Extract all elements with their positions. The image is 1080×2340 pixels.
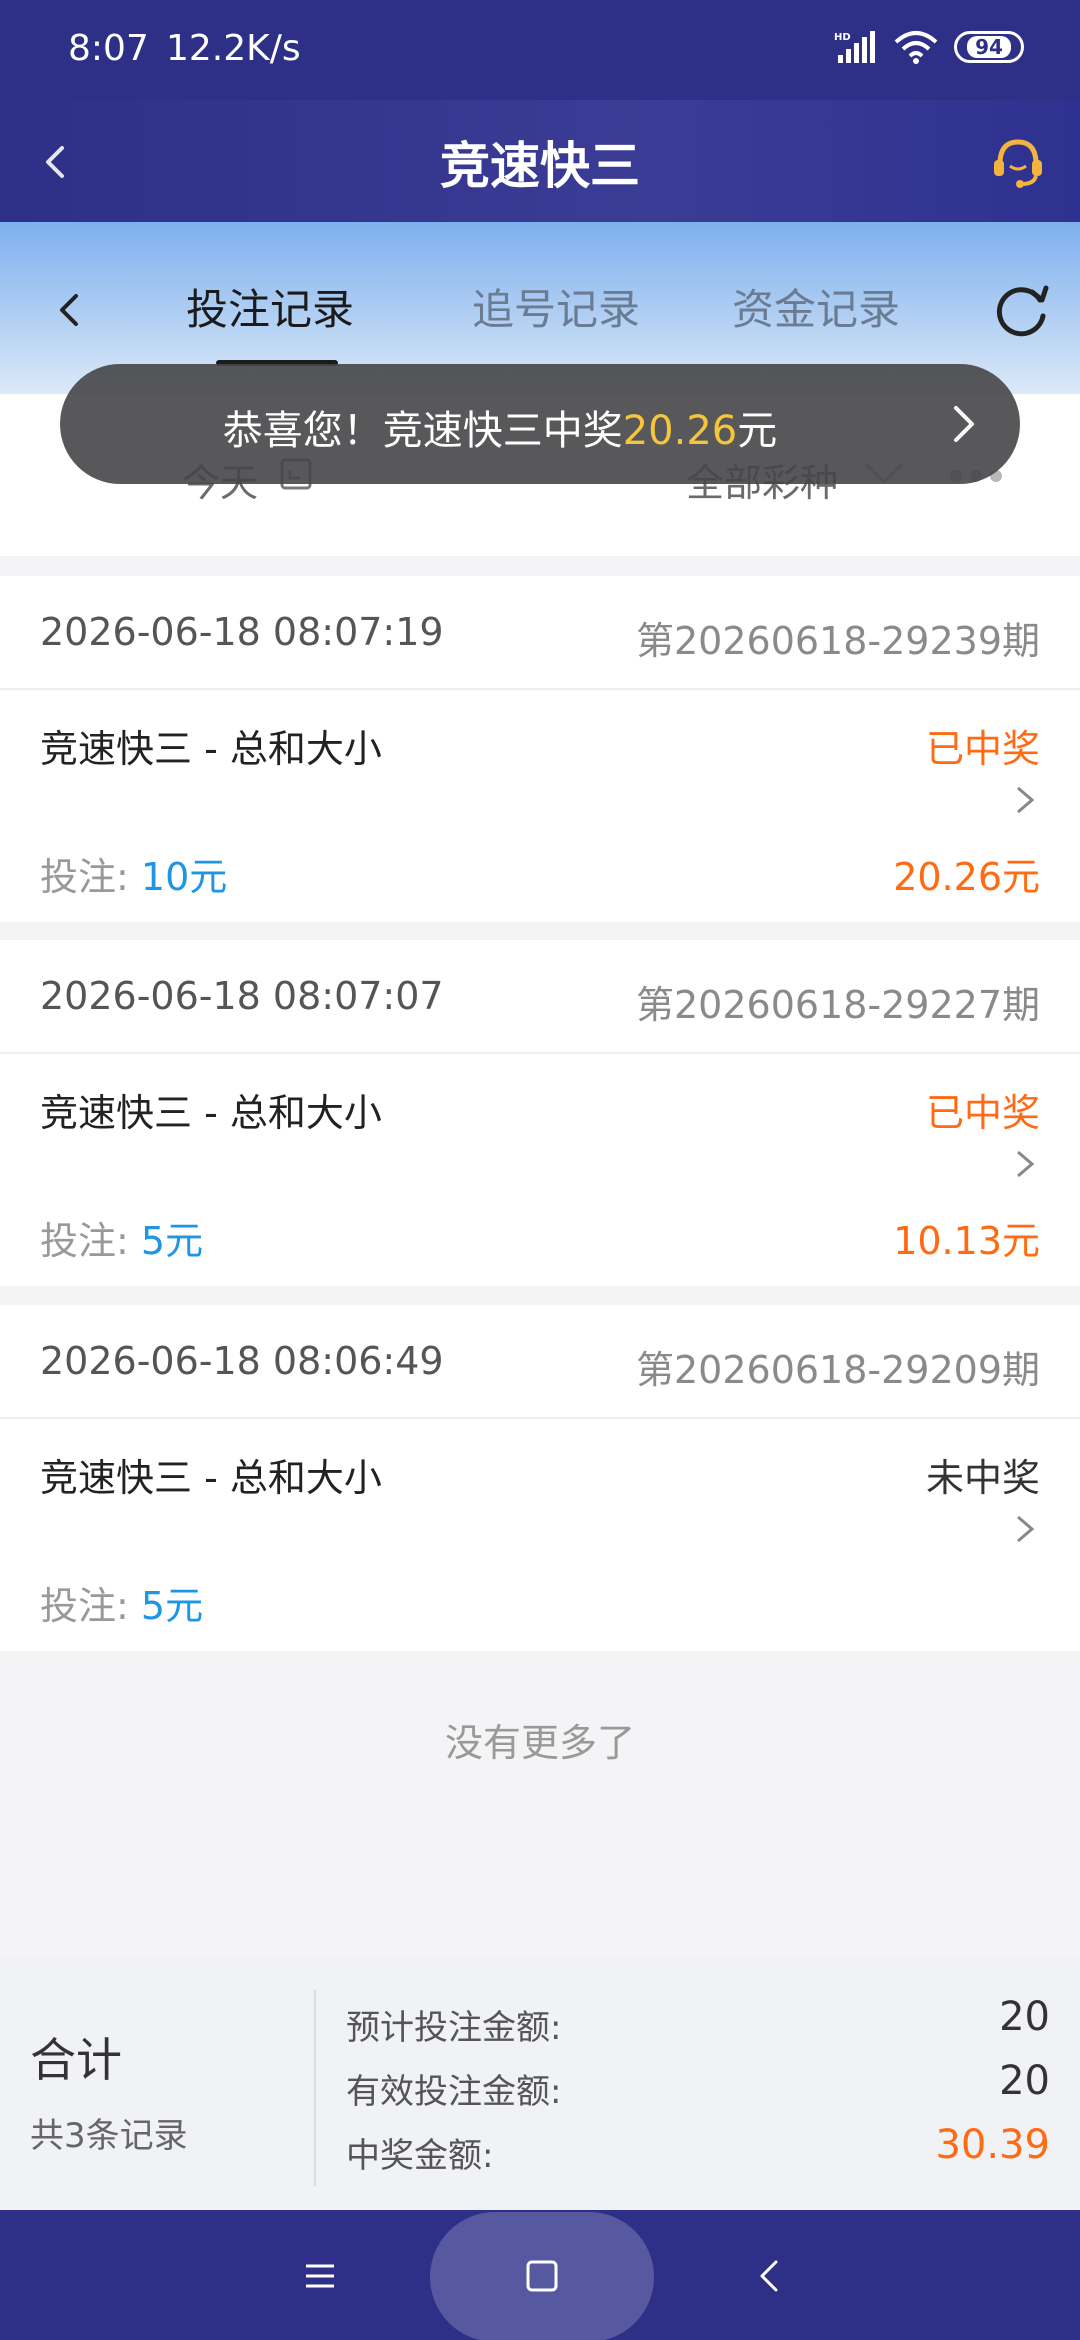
- record-body: 竞速快三 - 总和大小 已中奖 投注: 10元 20.26元: [0, 690, 1080, 922]
- home-icon[interactable]: [514, 2248, 570, 2304]
- chevron-right-icon[interactable]: [1010, 1144, 1040, 1184]
- record-time: 2026-06-18 08:07:07: [40, 974, 444, 1018]
- menu-icon[interactable]: [292, 2248, 348, 2304]
- record-body: 竞速快三 - 总和大小 已中奖 投注: 5元 10.13元: [0, 1054, 1080, 1286]
- win-amount: 10.13元: [893, 1219, 1040, 1263]
- summary-value: 20: [999, 1994, 1050, 2040]
- status-time: 8:07: [68, 28, 149, 69]
- record-status: 已中奖: [925, 1091, 1040, 1135]
- chevron-right-icon[interactable]: [942, 400, 986, 448]
- summary-label: 中奖金额:: [346, 2136, 494, 2176]
- tab-chase-records[interactable]: 追号记录: [472, 276, 640, 337]
- toast-amount: 20.26: [622, 408, 738, 454]
- tab-fund-records[interactable]: 资金记录: [732, 276, 900, 337]
- network-speed: 12.2K/s: [166, 28, 301, 69]
- toast-suffix: 元: [737, 408, 778, 454]
- summary-title: 合计: [30, 2033, 122, 2087]
- record-time: 2026-06-18 08:06:49: [40, 1339, 444, 1383]
- bet-value: 5元: [140, 1219, 204, 1263]
- nav-back-icon[interactable]: [742, 2248, 798, 2304]
- status-bar: 8:07 12.2K/s HD 94: [0, 0, 1080, 100]
- record-issue: 第20260618-29227期: [635, 983, 1040, 1027]
- chevron-right-icon[interactable]: [1010, 1509, 1040, 1549]
- win-amount: 20.26元: [893, 855, 1040, 899]
- tab-bet-records[interactable]: 投注记录: [186, 276, 354, 337]
- customer-service-icon[interactable]: [986, 130, 1050, 194]
- signal-icon: HD: [834, 31, 875, 63]
- refresh-icon[interactable]: [988, 278, 1054, 344]
- page-title: 竞速快三: [440, 137, 640, 195]
- record-status: 已中奖: [925, 727, 1040, 771]
- bet-amount: 投注: 10元: [40, 846, 227, 901]
- tab-back-icon[interactable]: [44, 284, 96, 336]
- divider: [314, 1990, 316, 2186]
- summary-label: 有效投注金额:: [346, 2072, 562, 2112]
- svg-text:HD: HD: [834, 32, 851, 43]
- summary-value: 20: [999, 2058, 1050, 2104]
- summary-label: 预计投注金额:: [346, 2008, 562, 2048]
- chevron-right-icon[interactable]: [1010, 780, 1040, 820]
- bet-value: 10元: [140, 855, 228, 899]
- record-issue: 第20260618-29209期: [635, 1348, 1040, 1392]
- win-notification-toast[interactable]: 恭喜您！竞速快三中奖20.26元: [60, 364, 1020, 484]
- bet-label: 投注:: [40, 1584, 141, 1628]
- record-issue: 第20260618-29239期: [635, 619, 1040, 663]
- record-game: 竞速快三 - 总和大小: [40, 1091, 382, 1135]
- record-game: 竞速快三 - 总和大小: [40, 727, 382, 771]
- status-icons: HD 94: [834, 30, 1024, 64]
- battery-level: 94: [967, 36, 1011, 58]
- record-body: 竞速快三 - 总和大小 未中奖 投注: 5元: [0, 1419, 1080, 1651]
- record-header: 2026-06-18 08:07:19 第20260618-29239期: [0, 576, 1080, 690]
- record-header: 2026-06-18 08:06:49 第20260618-29209期: [0, 1305, 1080, 1419]
- summary-row-valid-bet: 有效投注金额: 20: [346, 2058, 1050, 2113]
- record-status: 未中奖: [925, 1456, 1040, 1500]
- system-nav-bar: [0, 2210, 1080, 2340]
- record-game: 竞速快三 - 总和大小: [40, 1456, 382, 1500]
- bet-label: 投注:: [40, 1219, 141, 1263]
- summary-panel: 合计 共3条记录 预计投注金额: 20 有效投注金额: 20 中奖金额: 30.…: [0, 1958, 1080, 2210]
- bet-record-card[interactable]: 2026-06-18 08:07:19 第20260618-29239期 竞速快…: [0, 576, 1080, 922]
- app-header: 竞速快三: [0, 100, 1080, 222]
- bet-amount: 投注: 5元: [40, 1210, 203, 1265]
- record-time: 2026-06-18 08:07:19: [40, 610, 444, 654]
- toast-message: 恭喜您！竞速快三中奖20.26元: [60, 398, 940, 456]
- wifi-icon: [894, 31, 938, 64]
- summary-row-win-amount: 中奖金额: 30.39: [346, 2122, 1050, 2177]
- record-header: 2026-06-18 08:07:07 第20260618-29227期: [0, 940, 1080, 1054]
- bet-amount: 投注: 5元: [40, 1575, 203, 1630]
- bet-value: 5元: [140, 1584, 204, 1628]
- record-count: 共3条记录: [30, 2116, 188, 2156]
- toast-prefix: 恭喜您！竞速快三中奖: [222, 408, 623, 454]
- summary-value: 30.39: [935, 2122, 1050, 2168]
- battery-icon: 94: [954, 31, 1024, 63]
- bet-label: 投注:: [40, 855, 141, 899]
- bet-record-card[interactable]: 2026-06-18 08:07:07 第20260618-29227期 竞速快…: [0, 940, 1080, 1286]
- summary-row-estimated-bet: 预计投注金额: 20: [346, 1994, 1050, 2049]
- no-more-text: 没有更多了: [444, 1721, 635, 1765]
- bet-record-card[interactable]: 2026-06-18 08:06:49 第20260618-29209期 竞速快…: [0, 1305, 1080, 1651]
